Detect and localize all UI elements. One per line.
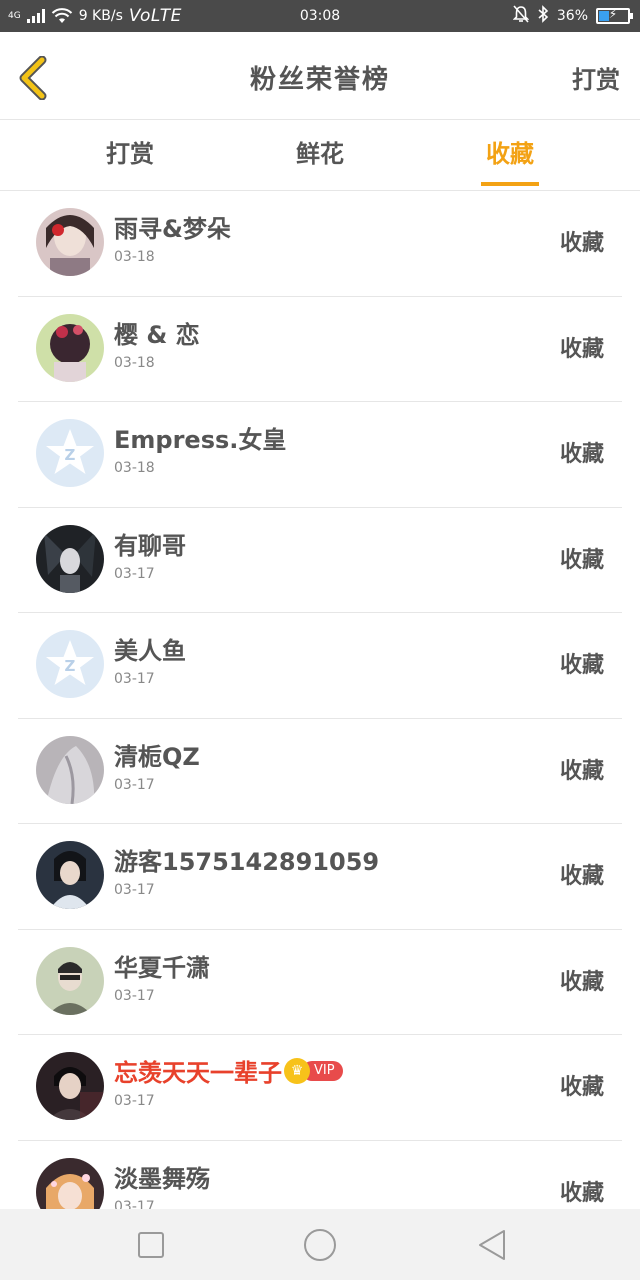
chevron-left-icon [19,55,47,101]
user-name: 忘羡天天一辈子 [114,1059,282,1087]
active-tab-indicator [481,182,539,186]
fan-list[interactable]: 雨寻&梦朵 03-18 收藏 樱 & 恋 03-18 收藏 Z Empress.… [0,191,640,1209]
user-name: 美人鱼 [114,637,186,665]
list-item[interactable]: 樱 & 恋 03-18 收藏 [18,297,622,402]
user-name: 清栀QZ [114,742,200,771]
header-reward-button[interactable]: 打赏 [572,32,620,128]
date: 03-17 [114,671,155,687]
crown-icon: ♛ [284,1058,310,1084]
triangle-back-icon [479,1230,505,1260]
user-name: 有聊哥 [114,531,186,560]
date: 03-17 [114,565,155,582]
action-label: 收藏 [559,442,604,467]
bluetooth-icon [537,5,549,27]
avatar[interactable] [36,524,104,593]
home-button[interactable] [302,1227,338,1263]
list-item[interactable]: 有聊哥 03-17 收藏 [18,508,622,613]
bell-muted-icon [512,5,530,27]
avatar[interactable] [36,1157,104,1209]
battery-percent: 36% [556,8,588,24]
tab-flowers[interactable]: 鲜花 [280,121,360,191]
user-name: 华夏千潇 [114,953,210,982]
list-item[interactable]: 忘羡天天一辈子 ♛ VIP 03-17 收藏 [18,1035,622,1141]
date: 03-18 [114,354,155,371]
action-label: 收藏 [559,1075,604,1100]
action-label: 收藏 [559,1180,604,1206]
status-bar: 4G 9 KB/s VoLTE 03:08 36% ⚡ [0,0,640,32]
battery-icon: ⚡ [596,7,633,24]
date: 03-18 [114,249,155,265]
avatar[interactable] [36,1052,104,1120]
avatar[interactable] [36,946,104,1015]
default-star-avatar-icon[interactable]: Z [36,630,104,698]
list-item[interactable]: 雨寻&梦朵 03-18 收藏 [18,191,622,297]
back-nav-button[interactable] [474,1227,510,1263]
tab-bar: 打赏 鲜花 收藏 [0,121,640,191]
circle-icon [304,1229,336,1261]
user-name: 樱 & 恋 [114,320,200,349]
user-name: Empress.女皇 [114,426,287,454]
user-name-vip: 忘羡天天一辈子 ♛ VIP [114,1053,343,1088]
action-label: 收藏 [559,864,604,889]
avatar[interactable] [36,313,104,382]
date: 03-18 [114,460,155,476]
tab-reward[interactable]: 打赏 [90,121,170,191]
list-item[interactable]: 淡墨舞殇 03-17 收藏 [18,1141,622,1210]
user-name: 淡墨舞殇 [114,1164,210,1193]
default-star-avatar-icon[interactable]: Z [36,419,104,487]
action-label: 收藏 [559,547,604,573]
user-name: 游客1575142891059 [114,848,380,876]
list-item[interactable]: 游客1575142891059 03-17 收藏 [18,824,622,930]
tab-label: 鲜花 [296,140,344,168]
tab-label: 收藏 [486,140,534,168]
list-item[interactable]: Z Empress.女皇 03-18 收藏 [18,402,622,508]
status-right: 36% ⚡ [512,0,633,32]
date: 03-17 [114,882,155,898]
date: 03-17 [114,987,155,1004]
vip-badge: ♛ VIP [284,1058,343,1084]
system-nav-bar [0,1209,640,1280]
avatar[interactable] [36,208,104,276]
date: 03-17 [114,1093,155,1109]
tab-favorites[interactable]: 收藏 [481,121,539,191]
action-label: 收藏 [559,969,604,995]
page-title: 粉丝荣誉榜 [249,65,390,95]
action-label: 收藏 [559,336,604,362]
svg-text:Z: Z [65,657,76,675]
header-bar: 粉丝荣誉榜 打赏 [0,32,640,120]
recent-apps-button[interactable] [133,1227,169,1263]
tab-label: 打赏 [106,140,154,168]
action-label: 收藏 [559,653,604,678]
list-item[interactable]: 华夏千潇 03-17 收藏 [18,930,622,1035]
action-label: 收藏 [559,231,604,256]
avatar[interactable] [36,735,104,804]
svg-text:Z: Z [65,446,76,464]
list-item[interactable]: Z 美人鱼 03-17 收藏 [18,613,622,719]
back-button[interactable] [14,55,54,101]
avatar[interactable] [36,841,104,909]
list-item[interactable]: 清栀QZ 03-17 收藏 [18,719,622,824]
user-name: 雨寻&梦朵 [114,215,231,243]
date: 03-17 [114,776,155,793]
square-icon [138,1232,164,1258]
charging-icon: ⚡ [608,7,618,21]
action-label: 收藏 [559,758,604,784]
date: 03-17 [114,1198,155,1210]
